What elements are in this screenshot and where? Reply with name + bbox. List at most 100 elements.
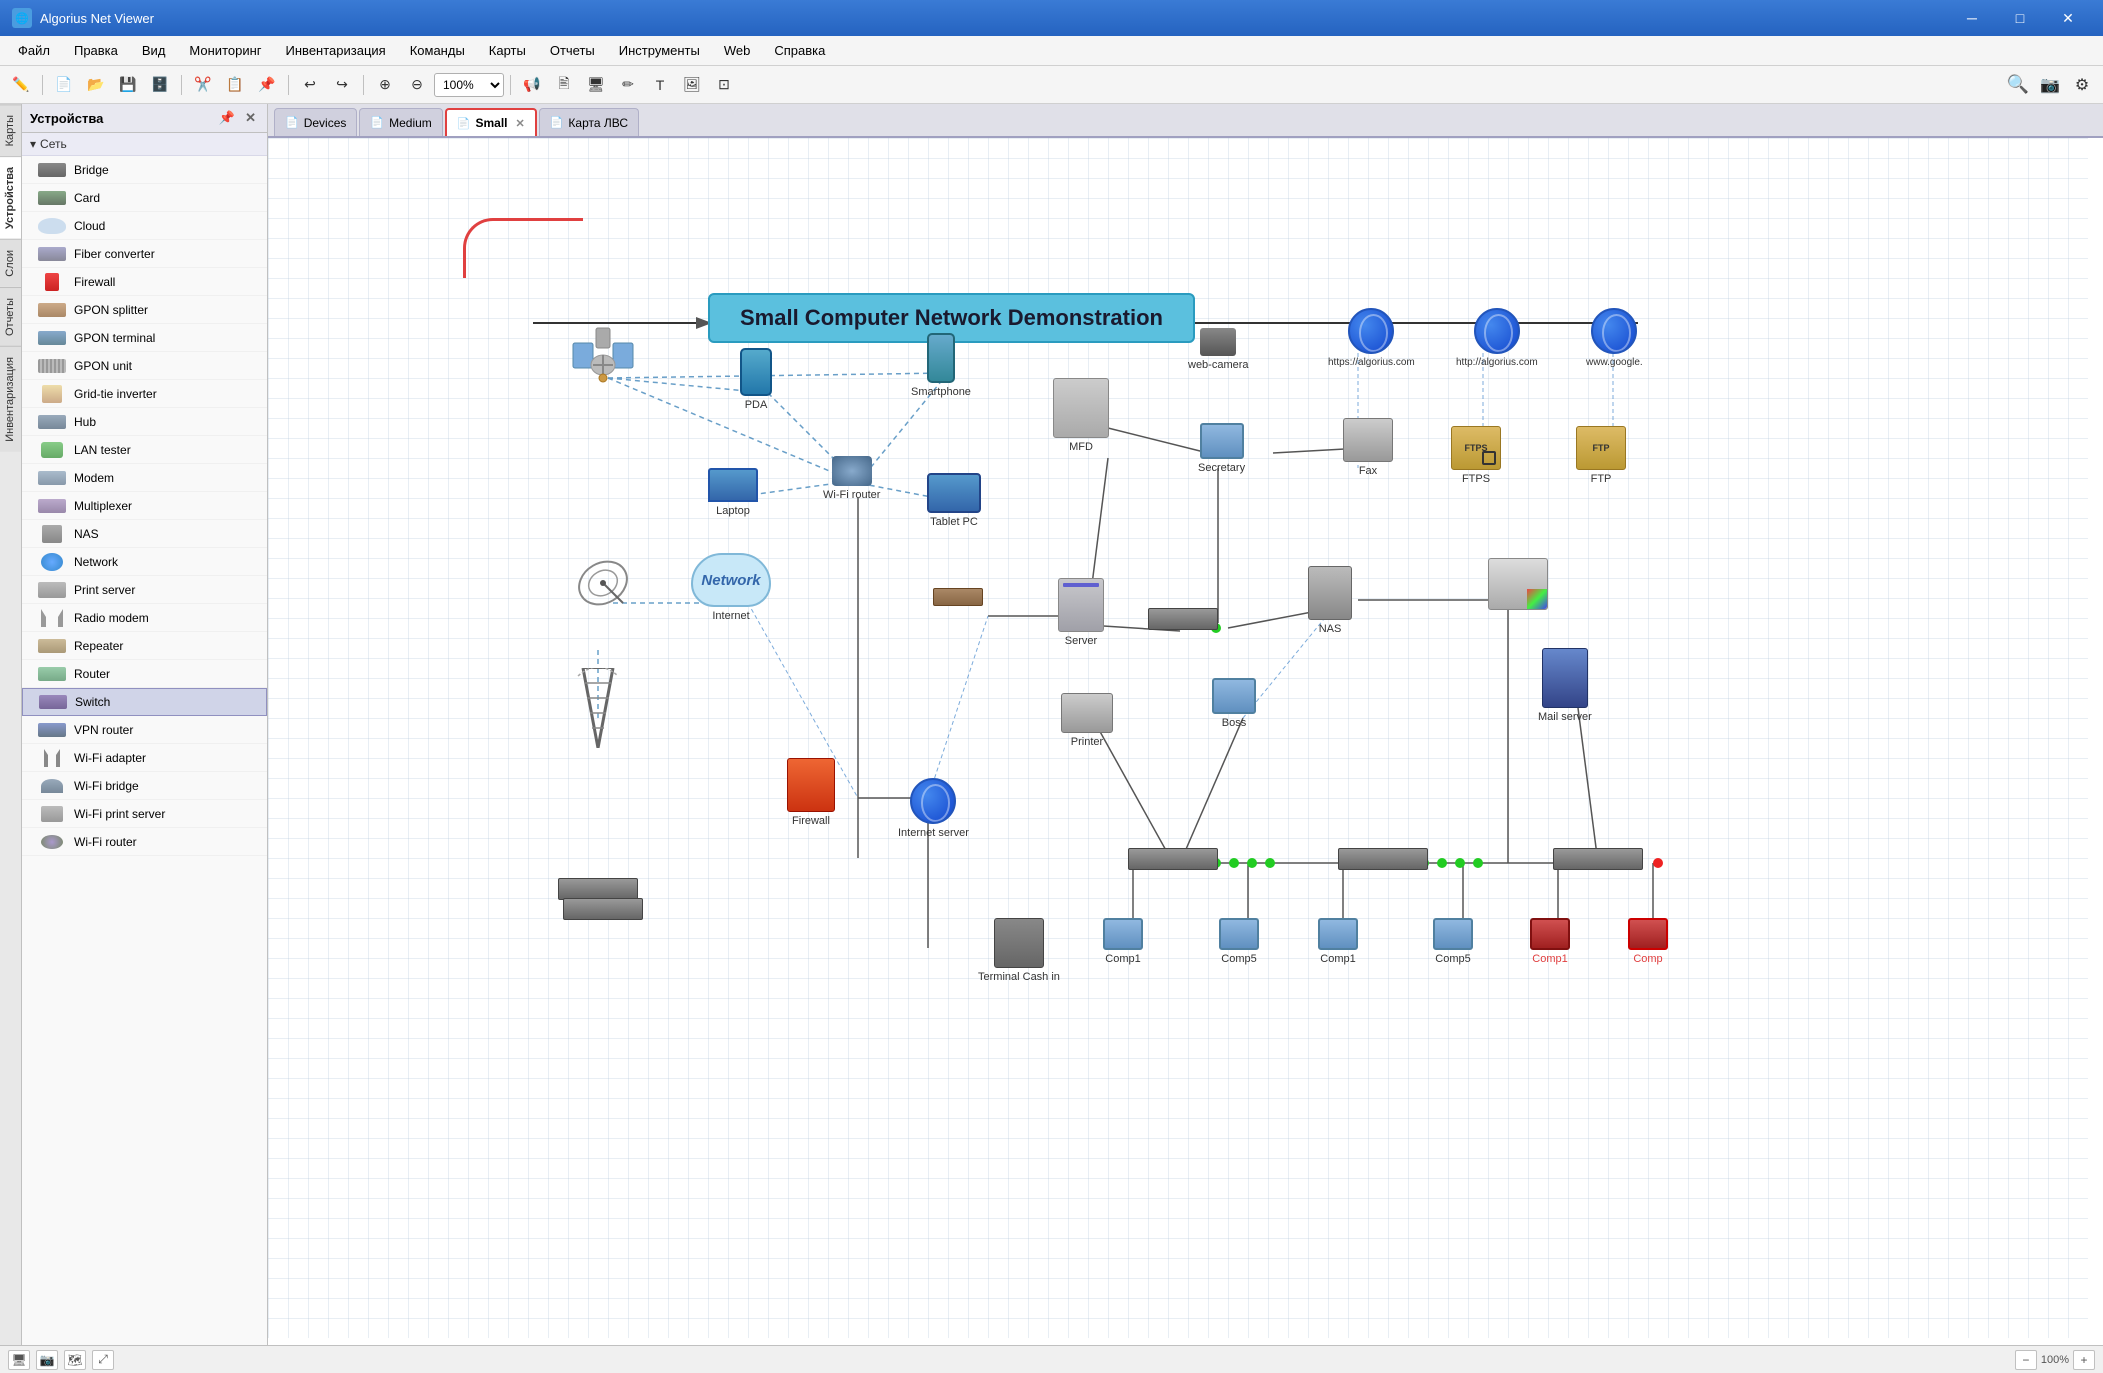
tab-medium[interactable]: 📄 Medium	[359, 108, 442, 136]
node-tower[interactable]	[573, 668, 623, 748]
menu-help[interactable]: Справка	[764, 39, 835, 62]
left-tab-sloi[interactable]: Слои	[0, 239, 21, 287]
sidebar-item-gpon-unit[interactable]: GPON unit	[22, 352, 267, 380]
left-tab-otchety[interactable]: Отчеты	[0, 287, 21, 346]
node-color-printer[interactable]	[1488, 558, 1548, 610]
node-terminal-cash[interactable]: Terminal Cash in	[978, 918, 1060, 983]
node-network-cloud[interactable]: Network Internet	[691, 553, 771, 622]
node-globe-https[interactable]: https://algorius.com	[1328, 308, 1415, 368]
sidebar-item-cloud[interactable]: Cloud	[22, 212, 267, 240]
sidebar-item-switch[interactable]: Switch	[22, 688, 267, 716]
node-mail-server[interactable]: Mail server	[1538, 648, 1592, 723]
node-firewall[interactable]: Firewall	[787, 758, 835, 827]
node-globe-google[interactable]: www.google.	[1586, 308, 1643, 368]
node-pda[interactable]: PDA	[740, 348, 772, 411]
maximize-button[interactable]: □	[1997, 0, 2043, 36]
node-comp5b[interactable]: Comp5	[1433, 918, 1473, 965]
tool-image[interactable]: 🖼	[677, 71, 707, 99]
node-nas[interactable]: NAS	[1308, 566, 1352, 635]
node-globe-http[interactable]: http://algorius.com	[1456, 308, 1538, 368]
sidebar-item-modem[interactable]: Modem	[22, 464, 267, 492]
statusbar-screenshot-btn[interactable]: 📷	[36, 1350, 58, 1370]
tab-small[interactable]: 📄 Small ✕	[445, 108, 537, 136]
tool-paste[interactable]: 📌	[252, 71, 282, 99]
left-tab-ustrojstva[interactable]: Устройства	[0, 156, 21, 239]
menu-inventory[interactable]: Инвентаризация	[276, 39, 396, 62]
statusbar-map-btn[interactable]: 🗺	[64, 1350, 86, 1370]
tool-scan[interactable]: 🖹	[549, 71, 579, 99]
node-laptop[interactable]: Laptop	[708, 468, 758, 517]
sidebar-item-multiplexer[interactable]: Multiplexer	[22, 492, 267, 520]
menu-view[interactable]: Вид	[132, 39, 176, 62]
statusbar-monitor-btn[interactable]: 🖥	[8, 1350, 30, 1370]
tab-karta-lvs[interactable]: 📄 Карта ЛВС	[539, 108, 639, 136]
tool-broadcast[interactable]: 📢	[517, 71, 547, 99]
sidebar-item-fiber[interactable]: Fiber converter	[22, 240, 267, 268]
menu-commands[interactable]: Команды	[400, 39, 475, 62]
sidebar-item-wifi-router[interactable]: Wi-Fi router	[22, 828, 267, 856]
sidebar-item-wifi-adapter[interactable]: Wi-Fi adapter	[22, 744, 267, 772]
node-switch-3[interactable]	[1553, 848, 1643, 870]
tool-camera[interactable]: 📷	[2035, 71, 2065, 99]
sidebar-item-lan-tester[interactable]: LAN tester	[22, 436, 267, 464]
tab-small-close[interactable]: ✕	[516, 117, 525, 130]
node-internet-server[interactable]: Internet server	[898, 778, 969, 839]
node-switch-2[interactable]	[1338, 848, 1428, 870]
zoom-out-button[interactable]: −	[2015, 1350, 2037, 1370]
sidebar-item-wifi-print-server[interactable]: Wi-Fi print server	[22, 800, 267, 828]
node-wifi-router[interactable]: Wi-Fi router	[823, 456, 880, 501]
tool-copy[interactable]: 📋	[220, 71, 250, 99]
menu-file[interactable]: Файл	[8, 39, 60, 62]
sidebar-pin-button[interactable]: 📌	[216, 109, 238, 127]
node-hub[interactable]	[933, 588, 983, 606]
node-fax[interactable]: Fax	[1343, 418, 1393, 477]
node-switch-center[interactable]	[1148, 608, 1218, 630]
sidebar-item-print-server[interactable]: Print server	[22, 576, 267, 604]
tool-crop[interactable]: ⊡	[709, 71, 739, 99]
sidebar-item-grid-tie[interactable]: Grid-tie inverter	[22, 380, 267, 408]
close-button[interactable]: ✕	[2045, 0, 2091, 36]
sidebar-close-button[interactable]: ✕	[242, 109, 259, 127]
sidebar-item-bridge[interactable]: Bridge	[22, 156, 267, 184]
sidebar-item-card[interactable]: Card	[22, 184, 267, 212]
sidebar-category-network[interactable]: ▾ Сеть	[22, 133, 267, 156]
sidebar-item-router[interactable]: Router	[22, 660, 267, 688]
node-comp1b[interactable]: Comp1	[1318, 918, 1358, 965]
menu-monitoring[interactable]: Мониторинг	[179, 39, 271, 62]
tool-map[interactable]: 🖥	[581, 71, 611, 99]
node-ftps[interactable]: FTPS FTPS	[1451, 426, 1501, 485]
tool-settings[interactable]: ⚙	[2067, 71, 2097, 99]
node-switch-bl[interactable]	[563, 898, 643, 920]
menu-edit[interactable]: Правка	[64, 39, 128, 62]
node-boss[interactable]: Boss	[1212, 678, 1256, 729]
node-comp1c[interactable]: Comp1	[1530, 918, 1570, 965]
node-webcamera[interactable]: web-camera	[1188, 328, 1249, 371]
tool-save-as[interactable]: 🗄️	[145, 71, 175, 99]
sidebar-item-wifi-bridge[interactable]: Wi-Fi bridge	[22, 772, 267, 800]
node-secretary[interactable]: Secretary	[1198, 423, 1245, 474]
node-satellite[interactable]	[568, 323, 638, 388]
node-comp1a[interactable]: Comp1	[1103, 918, 1143, 965]
menu-maps[interactable]: Карты	[479, 39, 536, 62]
node-comp5a[interactable]: Comp5	[1219, 918, 1259, 965]
sidebar-item-hub[interactable]: Hub	[22, 408, 267, 436]
node-tablet[interactable]: Tablet PC	[927, 473, 981, 528]
node-comp-red[interactable]: Comp	[1628, 918, 1668, 965]
minimize-button[interactable]: ─	[1949, 0, 1995, 36]
sidebar-item-gpon-splitter[interactable]: GPON splitter	[22, 296, 267, 324]
tool-save[interactable]: 💾	[113, 71, 143, 99]
node-server[interactable]: Server	[1058, 578, 1104, 647]
tool-edit2[interactable]: ✏	[613, 71, 643, 99]
zoom-select[interactable]: 50% 75% 100% 150% 200%	[434, 73, 504, 97]
node-ftp[interactable]: FTP FTP	[1576, 426, 1626, 485]
sidebar-item-network[interactable]: Network	[22, 548, 267, 576]
sidebar-item-radio-modem[interactable]: Radio modem	[22, 604, 267, 632]
node-mfd[interactable]: MFD	[1053, 378, 1109, 453]
tool-open[interactable]: 📂	[81, 71, 111, 99]
menu-tools[interactable]: Инструменты	[609, 39, 710, 62]
node-antenna[interactable]	[573, 553, 633, 613]
tab-devices[interactable]: 📄 Devices	[274, 108, 357, 136]
sidebar-item-gpon-terminal[interactable]: GPON terminal	[22, 324, 267, 352]
menu-reports[interactable]: Отчеты	[540, 39, 605, 62]
node-switch-main[interactable]	[1128, 848, 1218, 870]
